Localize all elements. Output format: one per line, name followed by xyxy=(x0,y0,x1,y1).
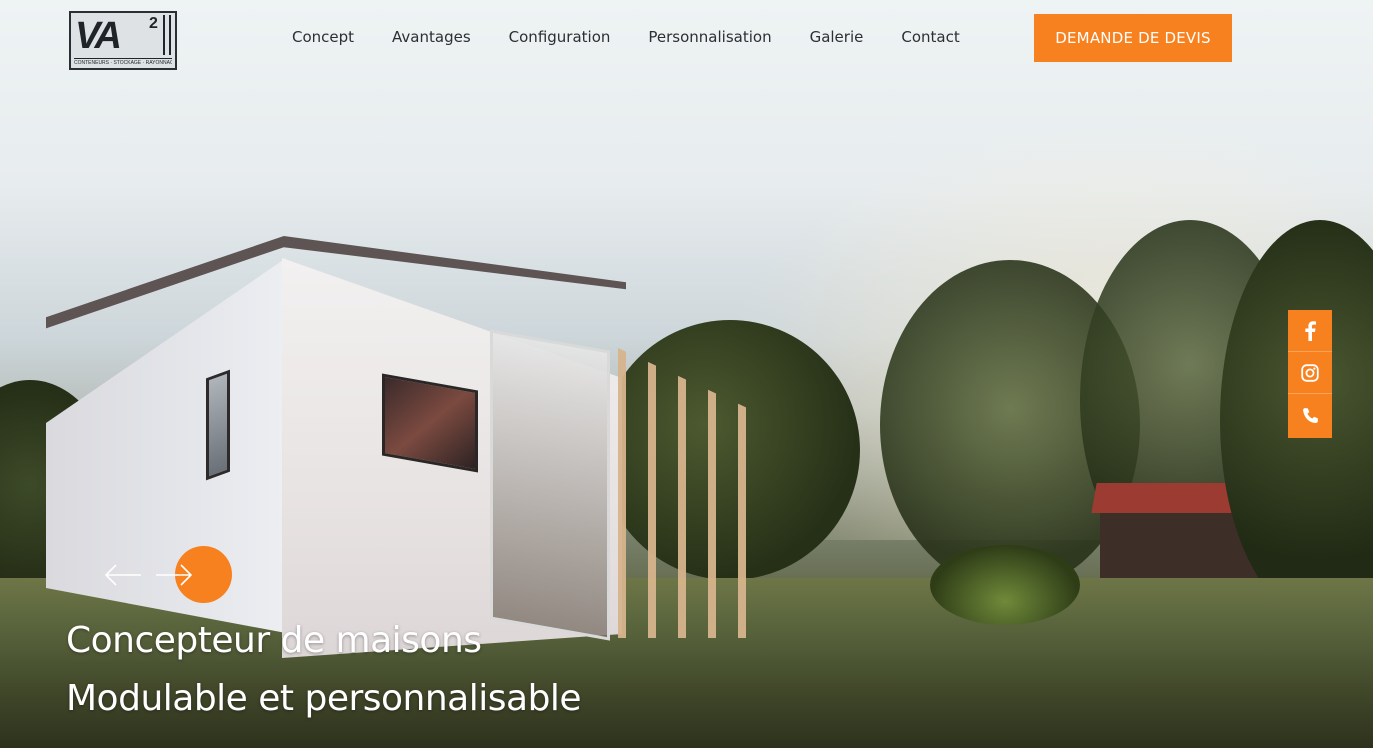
nav-item-concept[interactable]: Concept xyxy=(292,25,354,49)
instagram-icon xyxy=(1301,363,1319,382)
hero-title-line-2: Modulable et personnalisable xyxy=(66,678,582,719)
logo-bars xyxy=(163,15,171,55)
nav-item-personnalisation[interactable]: Personnalisation xyxy=(648,25,771,49)
social-sidebar xyxy=(1288,310,1332,438)
hero-title-line-1: Concepteur de maisons xyxy=(66,620,482,661)
bush xyxy=(930,545,1080,625)
house-glass-door xyxy=(490,329,610,641)
logo-tagline: CONTENEURS · STOCKAGE · RAYONNAGE xyxy=(74,58,172,66)
house-window xyxy=(382,373,478,473)
slider-next-button[interactable] xyxy=(155,560,193,590)
phone-button[interactable] xyxy=(1288,394,1332,438)
site-logo[interactable]: VA 2 CONTENEURS · STOCKAGE · RAYONNAGE xyxy=(69,11,177,70)
logo-superscript: 2 xyxy=(149,15,158,32)
slider-prev-button[interactable] xyxy=(104,560,142,590)
instagram-button[interactable] xyxy=(1288,352,1332,394)
hero-headline: Concepteur de maisons Modulable et perso… xyxy=(66,612,686,728)
nav-item-avantages[interactable]: Avantages xyxy=(392,25,471,49)
phone-icon xyxy=(1302,407,1318,423)
house-window xyxy=(206,369,230,481)
main-nav: Concept Avantages Configuration Personna… xyxy=(292,25,960,49)
nav-item-configuration[interactable]: Configuration xyxy=(509,25,611,49)
facebook-button[interactable] xyxy=(1288,310,1332,352)
logo-mark: VA xyxy=(75,15,122,57)
nav-item-contact[interactable]: Contact xyxy=(901,25,959,49)
facebook-icon xyxy=(1305,320,1316,341)
nav-item-galerie[interactable]: Galerie xyxy=(810,25,864,49)
arrow-left-icon xyxy=(104,564,141,586)
quote-request-button[interactable]: DEMANDE DE DEVIS xyxy=(1034,14,1232,62)
arrow-right-icon xyxy=(156,564,193,586)
